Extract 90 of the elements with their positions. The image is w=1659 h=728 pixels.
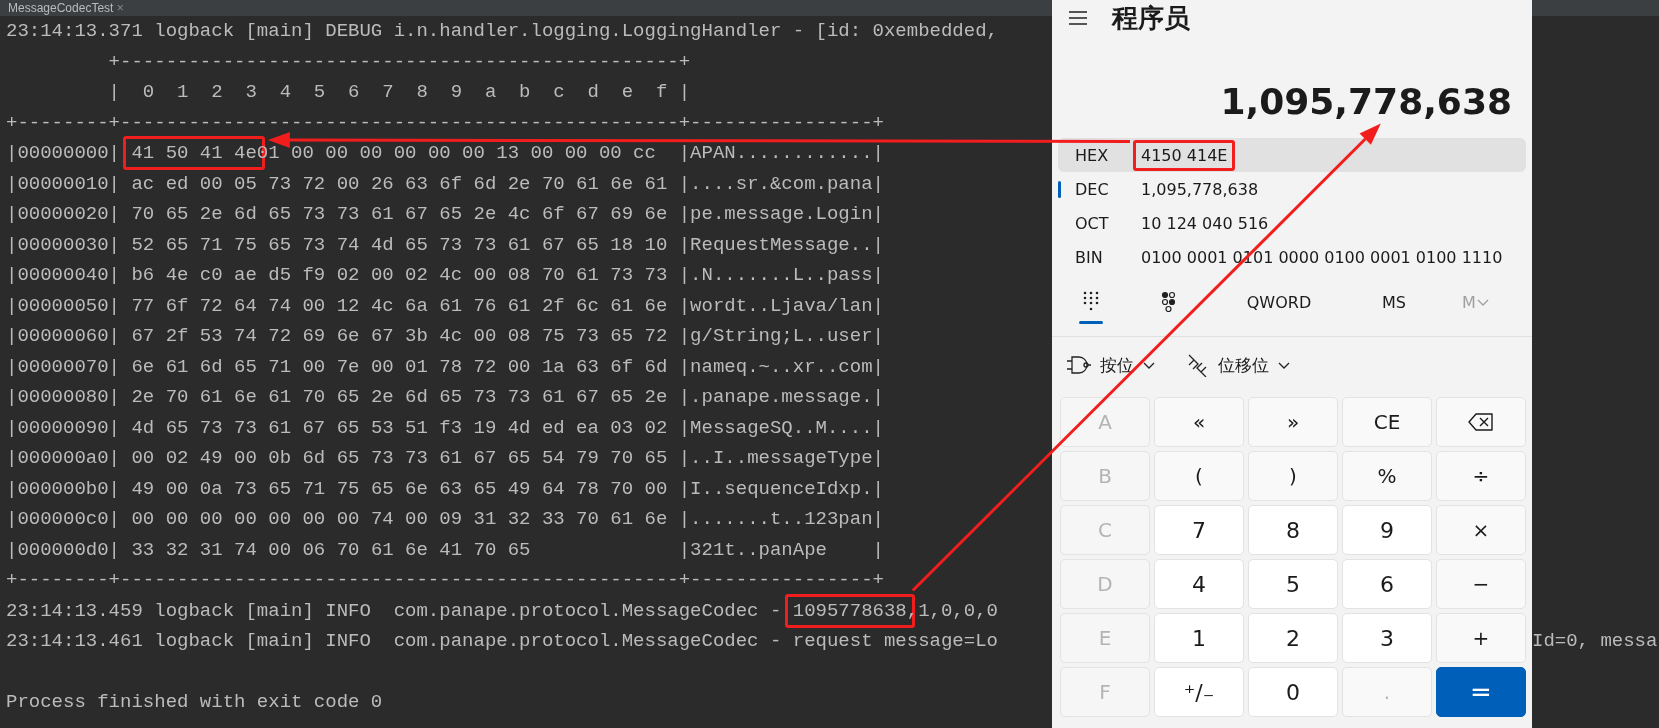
calculator-key[interactable]: ÷ bbox=[1436, 451, 1526, 501]
hex-address: |00000040| bbox=[6, 264, 121, 286]
calculator-key[interactable]: + bbox=[1436, 613, 1526, 663]
backspace-key[interactable] bbox=[1436, 397, 1526, 447]
hex-bytes: ac ed 00 05 73 72 00 26 63 6f 6d 2e 70 61 6e 61 bbox=[131, 172, 668, 195]
hex-address: |00000020| bbox=[6, 203, 121, 225]
calculator-key[interactable]: 4 bbox=[1154, 559, 1244, 609]
hex-ascii: |.panape.message.| bbox=[678, 386, 884, 408]
chevron-down-icon bbox=[1475, 297, 1490, 307]
hex-bytes: 6e 61 6d 65 71 00 7e 00 01 78 72 00 1a 63 6f 6d bbox=[131, 355, 668, 378]
chevron-down-icon bbox=[1277, 360, 1291, 370]
calculator-key[interactable]: 0 bbox=[1248, 667, 1338, 717]
hex-bytes: 00 02 49 00 0b 6d 65 73 73 61 67 65 54 79 70 65 bbox=[131, 447, 668, 469]
hex-ascii: |RequestMessage..| bbox=[678, 233, 884, 256]
calculator-key[interactable]: 8 bbox=[1248, 505, 1338, 555]
log-line: 23:14:13.461 logback [main] INFO com.panape.protocol.MessageCodec - request message=Lo bbox=[6, 630, 998, 652]
hex-bytes: b6 4e c0 ae d5 f9 02 00 02 4c 00 08 70 61 73 73 bbox=[131, 264, 668, 286]
calculator-key[interactable]: % bbox=[1342, 451, 1432, 501]
toolbar-button[interactable]: MS bbox=[1344, 280, 1444, 324]
hex-bytes: 49 00 0a 73 65 71 75 65 6e 63 65 49 64 78 70 00 bbox=[131, 477, 668, 500]
hex-address: |00000080| bbox=[6, 386, 121, 408]
console-line: +--------+-------------------------------------------------+----------------+ bbox=[6, 568, 885, 593]
calculator-key[interactable]: − bbox=[1436, 559, 1526, 609]
hex-ascii: |321t..panApe | bbox=[678, 538, 884, 561]
calculator-key[interactable]: ) bbox=[1248, 451, 1338, 501]
hex-ascii: |MessageSQ..M....| bbox=[678, 416, 884, 439]
hex-address: |00000050| bbox=[6, 294, 121, 317]
hex-address: |000000c0| bbox=[6, 508, 121, 530]
hex-bytes: 4d 65 73 73 61 67 65 53 51 f3 19 4d ed ea 03 02 bbox=[131, 416, 668, 439]
calculator-key[interactable]: = bbox=[1436, 667, 1526, 717]
hex-bytes: 77 6f 72 64 74 00 12 4c 6a 61 76 61 2f 6c 61 6e bbox=[131, 294, 668, 317]
chevron-down-icon bbox=[1142, 360, 1156, 370]
hex-ascii: |.......t..123pan| bbox=[678, 508, 884, 530]
toolbar-button[interactable]: QWORD bbox=[1214, 280, 1344, 324]
log-line: 23:14:13.459 logback [main] INFO com.panape.protocol.MessageCodec - bbox=[6, 599, 783, 622]
hex-address: |000000a0| bbox=[6, 447, 121, 469]
hex-ascii: |wordt..Ljava/lan| bbox=[678, 294, 884, 317]
hex-address: |00000060| bbox=[6, 325, 121, 347]
calculator-key[interactable]: 9 bbox=[1342, 505, 1432, 555]
dots-icon bbox=[1160, 291, 1178, 313]
menu-icon[interactable] bbox=[1068, 10, 1088, 26]
hex-address: |00000010| bbox=[6, 172, 121, 195]
calculator-key[interactable]: 2 bbox=[1248, 613, 1338, 663]
calculator-key[interactable]: 6 bbox=[1342, 559, 1432, 609]
result-display: 1,095,778,638 bbox=[1220, 80, 1512, 122]
hex-bytes: 2e 70 61 6e 61 70 65 2e 6d 65 73 73 61 67 65 2e bbox=[131, 386, 668, 408]
console-line: Process finished with exit code 0 bbox=[6, 690, 384, 715]
hex-address: |000000d0| bbox=[6, 538, 121, 561]
hex-address: |00000090| bbox=[6, 416, 121, 439]
console-line: +-------------------------------------------------+ bbox=[107, 49, 692, 75]
calculator-key[interactable]: 7 bbox=[1154, 505, 1244, 555]
calculator-key[interactable]: CE bbox=[1342, 397, 1432, 447]
hex-bytes: 70 65 2e 6d 65 73 73 61 67 65 2e 4c 6f 67 69 6e bbox=[131, 203, 668, 225]
logic-gate-icon bbox=[1066, 355, 1092, 375]
backspace-icon bbox=[1468, 413, 1494, 431]
radix-row[interactable]: HEX 4150 414E bbox=[1058, 138, 1526, 172]
radix-row[interactable]: DEC 1,095,778,638 bbox=[1058, 172, 1526, 206]
hex-bytes: 33 32 31 74 00 06 70 61 6e 41 70 65 bbox=[131, 538, 531, 561]
hex-ascii: |.N.......L..pass| bbox=[678, 264, 884, 286]
calculator-key[interactable]: 3 bbox=[1342, 613, 1432, 663]
hex-ascii: |nameq.~..xr..com| bbox=[678, 355, 884, 378]
hex-ascii: |I..sequenceIdxp.| bbox=[678, 477, 884, 500]
hex-bytes: 52 65 71 75 65 73 74 4d 65 73 73 61 67 65 18 10 bbox=[131, 233, 668, 256]
hex-address: |000000b0| bbox=[6, 477, 121, 500]
editor-tab[interactable]: MessageCodecTest × bbox=[0, 1, 132, 15]
radix-row[interactable]: OCT 10 124 040 516 bbox=[1058, 206, 1526, 240]
dropdown-button[interactable]: 位移位 bbox=[1180, 349, 1297, 381]
calculator-key[interactable]: ⁺∕₋ bbox=[1154, 667, 1244, 717]
hex-ascii: |..I..messageType| bbox=[678, 447, 884, 469]
console-line: +--------+-------------------------------------------------+----------------+ bbox=[6, 110, 885, 136]
calculator-key[interactable]: « bbox=[1154, 397, 1244, 447]
hex-ascii: |APAN............| bbox=[678, 142, 884, 164]
hex-address: |00000070| bbox=[6, 355, 121, 378]
dropdown-button[interactable]: 按位 bbox=[1060, 349, 1162, 381]
calculator-key[interactable]: 1 bbox=[1154, 613, 1244, 663]
hex-bytes: 67 2f 53 74 72 69 6e 67 3b 4c 00 08 75 73 65 72 bbox=[131, 325, 668, 347]
hex-ascii: |pe.message.Login| bbox=[678, 203, 884, 225]
hex-bytes: 00 00 00 00 00 00 00 74 00 09 31 32 33 70 61 6e bbox=[131, 508, 668, 530]
calculator-key[interactable]: 5 bbox=[1248, 559, 1338, 609]
hex-address: |00000000| bbox=[6, 142, 121, 164]
calculator-key[interactable]: × bbox=[1436, 505, 1526, 555]
hex-ascii: |....sr.&com.pana| bbox=[678, 172, 884, 195]
calculator-key[interactable]: ( bbox=[1154, 451, 1244, 501]
hex-address: |00000030| bbox=[6, 233, 121, 256]
console-line: | 0 1 2 3 4 5 6 7 8 9 a b c d e f | bbox=[107, 80, 692, 105]
hex-ascii: |g/String;L..user| bbox=[678, 325, 884, 347]
console-line: 23:14:13.371 logback [main] DEBUG i.n.handler.logging.LoggingHandler - [id: 0xembedded, bbox=[6, 19, 999, 44]
calculator-key[interactable]: » bbox=[1248, 397, 1338, 447]
log-line: Id=0, messa bbox=[1532, 629, 1659, 654]
calculator-mode-title: 程序员 bbox=[1112, 1, 1190, 35]
